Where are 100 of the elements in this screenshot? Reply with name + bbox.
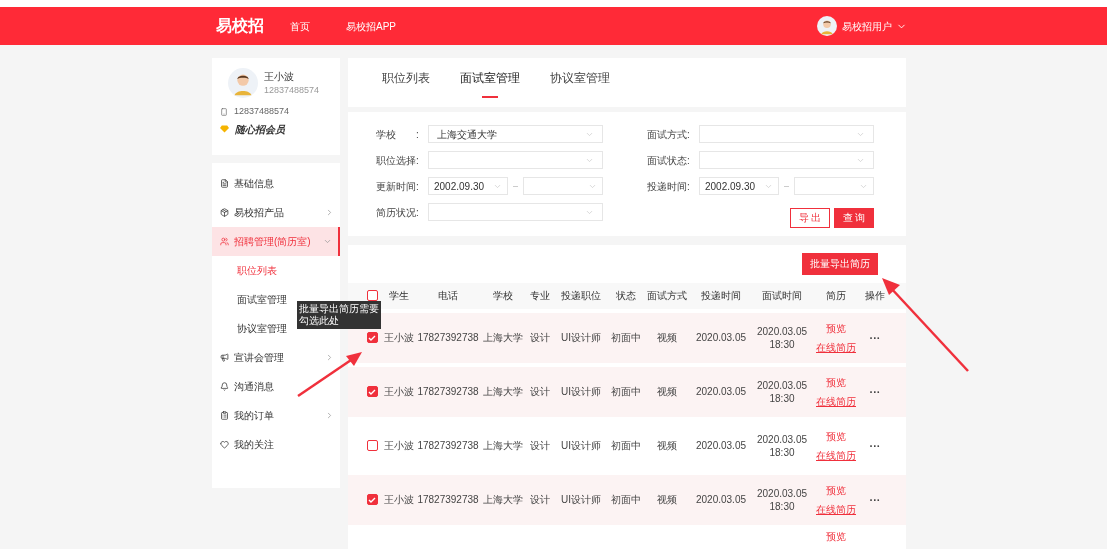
table-cell-text: 2020.03.05 [694,385,748,400]
table-cell-text: 设计 [529,331,551,346]
filter-label: 职位选择: [376,153,420,168]
online-resume-link[interactable]: 在线简历 [816,339,856,355]
menu-icon [220,208,229,217]
submenu-item[interactable]: 面试室管理 [237,285,287,314]
table-cell-text: UI设计师 [560,439,602,454]
table-row[interactable]: 王小波 17827392738 上海大学 设计 UI设计师 初面中 视频 2020.03.05 2020.03.05 18:30 预览 在线简历 ··· [348,474,906,525]
interview-time: 2020.03.05 18:30 [755,378,809,405]
column-header: 操作 [864,289,886,304]
checkbox[interactable] [366,332,378,344]
preview-link[interactable]: 预览 [826,374,846,390]
select-field[interactable] [699,151,874,170]
column-header: 投递时间 [700,289,742,304]
filter-label: 面试状态: [647,153,691,168]
menu-item[interactable]: 易校招产品 [212,198,340,227]
menu-icon [220,179,229,188]
checkbox[interactable] [366,386,378,398]
column-header: 学校 [492,289,514,304]
filter-label: 面试方式: [647,127,691,142]
menu-icon [220,353,229,362]
table-cell-text: 设计 [529,493,551,508]
date-field[interactable]: 2002.09.30 [699,177,779,196]
table-cell-text: 王小波 [383,439,415,454]
diamond-icon [220,125,229,133]
menu-icon [220,237,229,246]
select-field[interactable] [428,151,603,170]
table-cell-text: 2020.03.05 [694,331,748,346]
filter-label: 简历状况: [376,205,420,220]
column-header: 投递职位 [560,289,602,304]
filter-button[interactable]: 导 出 [790,207,830,228]
checkbox[interactable] [366,440,378,452]
date-field[interactable] [523,177,603,196]
more-button[interactable]: ··· [860,383,890,401]
table-cell-text: UI设计师 [560,331,602,346]
table-cell-text: 17827392738 [416,439,480,454]
checkbox[interactable] [366,290,378,302]
table-cell-text: 王小波 [383,385,415,400]
profile-id: 12837488574 [264,83,320,97]
checkbox[interactable] [366,494,378,506]
more-button[interactable]: ··· [860,491,890,509]
tab[interactable]: 协议室管理 [550,69,610,108]
menu-icon [220,411,229,420]
more-button[interactable]: ··· [860,437,890,455]
menu-item[interactable]: 沟通消息 [212,372,340,401]
online-resume-link[interactable]: 在线简历 [816,393,856,409]
menu-item[interactable]: 宣讲会管理 [212,343,340,372]
menu-item[interactable]: 我的关注 [212,430,340,459]
table-cell-text: 17827392738 [416,331,480,346]
table-cell-text: 视频 [656,331,678,346]
filter-label: 学校 : [376,127,420,142]
select-field[interactable]: 上海交通大学 [428,125,603,144]
interview-time: 2020.03.05 18:30 [755,324,809,351]
menu-item[interactable]: 我的订单 [212,401,340,430]
preview-link[interactable]: 预览 [826,428,846,444]
filter-label: 更新时间: [376,179,420,194]
table-cell-text: 王小波 [383,493,415,508]
table-cell-text: UI设计师 [560,385,602,400]
table-cell-text: 视频 [656,385,678,400]
user-name[interactable]: 易校招用户 [842,18,892,34]
table-cell-text: 设计 [529,385,551,400]
nav-link[interactable]: 易校招APP [346,18,396,34]
table-row[interactable]: 王小波 17827392738 上海大学 设计 UI设计师 初面中 视频 2020.03.05 2020.03.05 18:30 预览 在线简历 ··· [348,366,906,417]
menu-icon [220,382,229,391]
online-resume-link[interactable]: 在线简历 [816,501,856,517]
more-button[interactable]: ··· [860,329,890,347]
table-cell-text: 视频 [656,439,678,454]
date-field[interactable]: 2002.09.30 [428,177,508,196]
avatar-icon [228,68,258,98]
table-cell-text: 17827392738 [416,385,480,400]
preview-link[interactable]: 预览 [812,530,860,542]
menu-item[interactable]: 基础信息 [212,169,340,198]
table-cell-text: 初面中 [610,493,642,508]
online-resume-link[interactable]: 在线简历 [816,447,856,463]
filter-button[interactable]: 查 询 [834,207,874,228]
table-cell-text: 上海大学 [482,493,524,508]
tooltip: 批量导出简历需要勾选此处 [297,301,381,329]
preview-link[interactable]: 预览 [826,482,846,498]
column-header: 简历 [825,289,847,304]
tab[interactable]: 面试室管理 [460,69,520,108]
submenu-item[interactable]: 协议室管理 [237,314,287,343]
column-header: 专业 [529,289,551,304]
column-header: 学生 [388,289,410,304]
table-cell-text: 初面中 [610,439,642,454]
interview-time: 2020.03.05 18:30 [755,486,809,513]
logo: 易校招 [216,16,264,36]
nav-link[interactable]: 首页 [290,18,310,34]
tab[interactable]: 职位列表 [382,69,430,108]
submenu-item[interactable]: 职位列表 [237,256,277,285]
table-cell-text: 设计 [529,439,551,454]
batch-export-button[interactable]: 批量导出简历 [802,252,878,275]
table-cell-text: 初面中 [610,385,642,400]
preview-link[interactable]: 预览 [826,320,846,336]
select-field[interactable] [699,125,874,144]
table-cell-text: UI设计师 [560,493,602,508]
table-cell-text: 王小波 [383,331,415,346]
select-field[interactable] [428,203,603,222]
avatar-icon [817,16,837,36]
date-field[interactable] [794,177,874,196]
membership-label: 随心招会员 [235,122,285,137]
